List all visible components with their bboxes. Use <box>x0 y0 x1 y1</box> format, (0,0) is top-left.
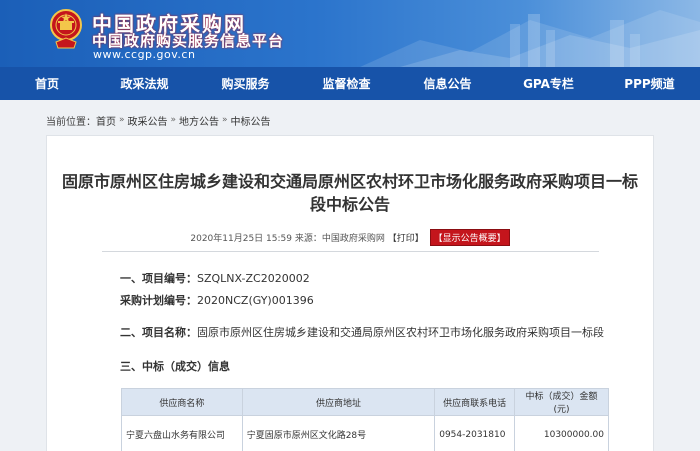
header-supplier-address: 供应商地址 <box>241 388 436 416</box>
plan-number-value: 2020NCZ(GY)001396 <box>197 294 314 307</box>
breadcrumb-award-notices[interactable]: 中标公告 <box>231 113 271 128</box>
cell-supplier-name: 宁夏六盘山水务有限公司 <box>121 415 243 451</box>
publish-info: 2020年11月25日 15:59 来源：中国政府采购网 <box>190 234 385 244</box>
project-number-line: 一、项目编号：SZQLNX-ZC2020002 <box>120 270 310 286</box>
header-supplier-name: 供应商名称 <box>121 388 243 416</box>
main-nav: 首页 政采法规 购买服务 监督检查 信息公告 GPA专栏 PPP频道 <box>0 67 700 100</box>
nav-item-supervision[interactable]: 监督检查 <box>296 67 397 100</box>
nav-item-home[interactable]: 首页 <box>0 67 94 100</box>
header-award-amount: 中标（成交）金额(元) <box>514 388 609 416</box>
plan-number-label: 采购计划编号： <box>120 294 197 307</box>
breadcrumb-separator: » <box>170 115 177 125</box>
nav-item-gpa[interactable]: GPA专栏 <box>498 67 599 100</box>
banner-decoration <box>360 10 700 67</box>
article-meta: 2020年11月25日 15:59 来源：中国政府采购网 【打印】 【显示公告概… <box>0 229 700 246</box>
cell-supplier-address: 宁夏固原市原州区文化路28号 <box>241 415 436 451</box>
print-link[interactable]: 【打印】 <box>388 234 424 244</box>
breadcrumb-separator: » <box>222 115 228 125</box>
breadcrumb-separator: » <box>119 115 125 125</box>
nav-item-ppp[interactable]: PPP频道 <box>599 67 700 100</box>
project-number-label: 一、项目编号： <box>120 272 197 285</box>
site-url: www.ccgp.gov.cn <box>93 48 196 61</box>
nav-item-purchase-services[interactable]: 购买服务 <box>195 67 296 100</box>
plan-number-line: 采购计划编号：2020NCZ(GY)001396 <box>120 292 314 308</box>
breadcrumb-home[interactable]: 首页 <box>96 113 116 128</box>
award-info-heading: 三、中标（成交）信息 <box>120 360 230 373</box>
nav-item-announcements[interactable]: 信息公告 <box>397 67 498 100</box>
title-divider <box>102 251 599 252</box>
project-name-line: 二、项目名称：固原市原州区住房城乡建设和交通局原州区农村环卫市场化服务政府采购项… <box>120 324 604 340</box>
page-title: 固原市原州区住房城乡建设和交通局原州区农村环卫市场化服务政府采购项目一标段中标公… <box>61 172 638 214</box>
project-number-value: SZQLNX-ZC2020002 <box>197 272 310 285</box>
project-name-value: 固原市原州区住房城乡建设和交通局原州区农村环卫市场化服务政府采购项目一标段 <box>197 326 604 339</box>
nav-item-regulations[interactable]: 政采法规 <box>94 67 195 100</box>
breadcrumb-prefix: 当前位置： <box>46 116 96 128</box>
header-supplier-phone: 供应商联系电话 <box>434 388 516 416</box>
breadcrumb: 当前位置： 首页 » 政采公告 » 地方公告 » 中标公告 <box>46 112 271 128</box>
breadcrumb-local-notices[interactable]: 地方公告 <box>179 113 219 128</box>
award-table: 供应商名称 供应商地址 供应商联系电话 中标（成交）金额(元) 宁夏六盘山水务有… <box>121 388 609 451</box>
table-header-row: 供应商名称 供应商地址 供应商联系电话 中标（成交）金额(元) <box>121 388 609 416</box>
cell-award-amount: 10300000.00 <box>514 415 609 451</box>
site-banner: 中国政府采购网 中国政府购买服务信息平台 www.ccgp.gov.cn <box>0 0 700 67</box>
national-emblem-icon <box>50 9 82 49</box>
breadcrumb-procurement-notices[interactable]: 政采公告 <box>128 113 168 128</box>
table-row: 宁夏六盘山水务有限公司 宁夏固原市原州区文化路28号 0954-2031810 … <box>121 415 609 451</box>
cell-supplier-phone: 0954-2031810 <box>434 415 516 451</box>
show-summary-button[interactable]: 【显示公告概要】 <box>429 229 510 246</box>
project-name-label: 二、项目名称： <box>120 326 197 339</box>
